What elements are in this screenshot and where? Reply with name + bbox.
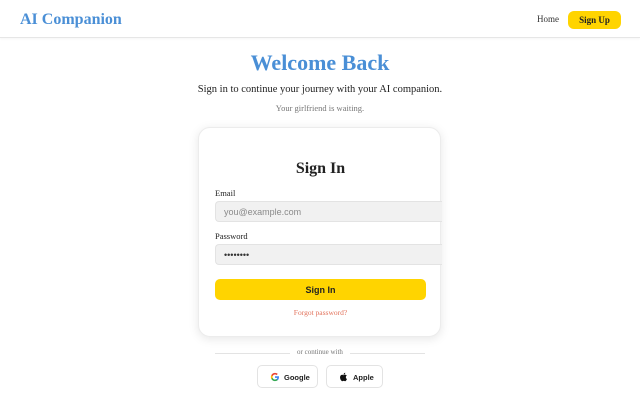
forgot-password-link[interactable]: Forgot password? xyxy=(199,308,442,317)
page-note: Your girlfriend is waiting. xyxy=(275,103,365,113)
brand-logo-text[interactable]: AI Companion xyxy=(20,11,122,29)
page-title: Welcome Back xyxy=(250,50,390,75)
google-label: Google xyxy=(284,373,310,382)
divider-line-right xyxy=(350,353,425,354)
apple-icon xyxy=(339,372,349,382)
password-field[interactable] xyxy=(215,244,442,265)
signin-card: Sign In Email Password Sign In Forgot pa… xyxy=(198,127,442,337)
nav-home-link[interactable]: Home xyxy=(537,14,559,24)
google-signin-button[interactable]: Google xyxy=(257,365,318,388)
apple-signin-button[interactable]: Apple xyxy=(326,365,383,388)
email-field[interactable] xyxy=(215,201,442,222)
divider-text: or continue with xyxy=(297,348,343,356)
password-label: Password xyxy=(215,231,248,241)
top-navbar: AI Companion Home Sign Up xyxy=(0,0,640,38)
email-label: Email xyxy=(215,188,236,198)
google-icon xyxy=(270,372,280,382)
apple-label: Apple xyxy=(353,373,374,382)
signin-button[interactable]: Sign In xyxy=(215,279,426,300)
page-subtitle: Sign in to continue your journey with yo… xyxy=(197,84,443,95)
nav-signup-button[interactable]: Sign Up xyxy=(568,11,621,29)
signin-card-title: Sign In xyxy=(295,160,346,177)
